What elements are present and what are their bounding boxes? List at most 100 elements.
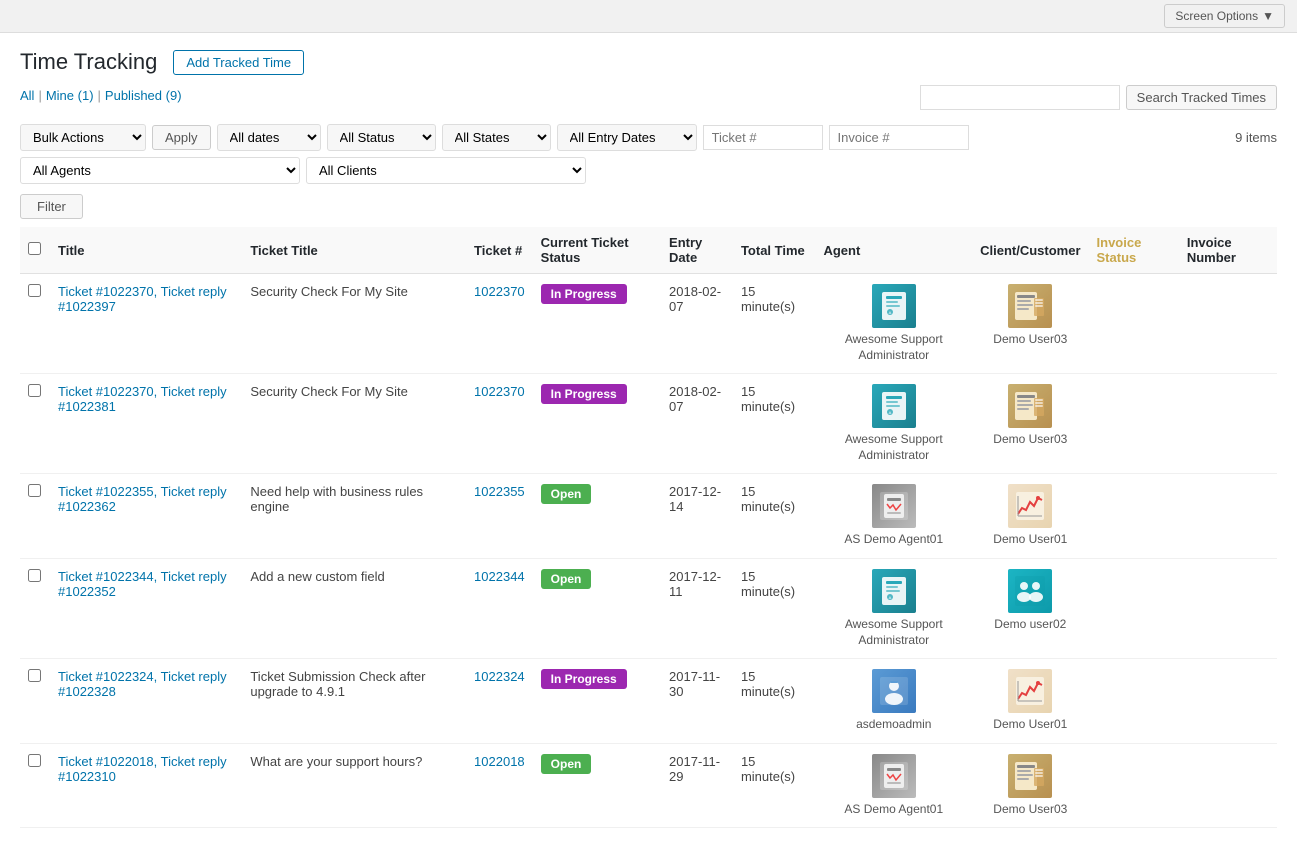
- search-input[interactable]: [920, 85, 1120, 110]
- bulk-actions-select[interactable]: Bulk Actions: [20, 124, 146, 151]
- row-total-time: 15 minute(s): [733, 558, 815, 658]
- col-invoice-number: Invoice Number: [1179, 227, 1277, 274]
- filter-all[interactable]: All: [20, 88, 34, 103]
- row-title: Ticket #1022018, Ticket reply #1022310: [50, 743, 242, 828]
- ticket-num-link[interactable]: 1022344: [474, 569, 525, 584]
- ticket-num-link[interactable]: 1022370: [474, 384, 525, 399]
- row-status: Open: [533, 743, 661, 828]
- row-select-checkbox[interactable]: [28, 384, 41, 397]
- row-select-checkbox[interactable]: [28, 669, 41, 682]
- row-select-checkbox[interactable]: [28, 569, 41, 582]
- row-total-time: 15 minute(s): [733, 474, 815, 559]
- apply-button[interactable]: Apply: [152, 125, 211, 150]
- row-title: Ticket #1022370, Ticket reply #1022381: [50, 374, 242, 474]
- row-select-checkbox[interactable]: [28, 284, 41, 297]
- row-select-checkbox[interactable]: [28, 484, 41, 497]
- row-ticket-num: 1022370: [466, 374, 533, 474]
- row-invoice-number: [1179, 474, 1277, 559]
- agent-name: Awesome Support Administrator: [823, 617, 964, 648]
- row-ticket-title: Security Check For My Site: [242, 374, 466, 474]
- row-agent: asdemoadmin: [815, 659, 972, 744]
- col-status: Current Ticket Status: [533, 227, 661, 274]
- row-total-time: 15 minute(s): [733, 743, 815, 828]
- title-link[interactable]: Ticket #1022355, Ticket reply #1022362: [58, 484, 227, 514]
- row-invoice-status: [1089, 743, 1179, 828]
- row-select-checkbox[interactable]: [28, 754, 41, 767]
- select-all-checkbox[interactable]: [28, 242, 41, 255]
- states-select[interactable]: All States: [442, 124, 551, 151]
- items-count: 9 items: [1235, 130, 1277, 145]
- filter-button[interactable]: Filter: [20, 194, 83, 219]
- chevron-down-icon: ▼: [1262, 9, 1274, 23]
- status-badge: Open: [541, 569, 592, 589]
- toolbar-row2: All Agents All Clients: [20, 157, 1277, 184]
- filter-published[interactable]: Published (9): [105, 88, 182, 103]
- row-ticket-num: 1022344: [466, 558, 533, 658]
- row-checkbox: [20, 274, 50, 374]
- row-status: In Progress: [533, 374, 661, 474]
- row-client: Demo User01: [972, 474, 1088, 559]
- dates-select[interactable]: All dates: [217, 124, 321, 151]
- row-invoice-number: [1179, 274, 1277, 374]
- clients-select[interactable]: All Clients: [306, 157, 586, 184]
- title-link[interactable]: Ticket #1022324, Ticket reply #1022328: [58, 669, 227, 699]
- ticket-num-link[interactable]: 1022370: [474, 284, 525, 299]
- agent-name: AS Demo Agent01: [823, 532, 964, 548]
- row-agent: A Awesome Support Administrator: [815, 374, 972, 474]
- agent-name: AS Demo Agent01: [823, 802, 964, 818]
- status-badge: In Progress: [541, 284, 627, 304]
- add-tracked-time-button[interactable]: Add Tracked Time: [173, 50, 304, 75]
- title-link[interactable]: Ticket #1022018, Ticket reply #1022310: [58, 754, 227, 784]
- screen-options-button[interactable]: Screen Options ▼: [1164, 4, 1285, 28]
- row-invoice-status: [1089, 659, 1179, 744]
- row-title: Ticket #1022324, Ticket reply #1022328: [50, 659, 242, 744]
- svg-text:A: A: [888, 410, 891, 415]
- client-name: Demo User01: [980, 532, 1080, 548]
- table-row: Ticket #1022344, Ticket reply #1022352 A…: [20, 558, 1277, 658]
- row-ticket-num: 1022370: [466, 274, 533, 374]
- row-invoice-number: [1179, 743, 1277, 828]
- row-client: Demo User03: [972, 274, 1088, 374]
- col-total-time: Total Time: [733, 227, 815, 274]
- row-title: Ticket #1022355, Ticket reply #1022362: [50, 474, 242, 559]
- row-invoice-number: [1179, 659, 1277, 744]
- header-checkbox: [20, 227, 50, 274]
- col-agent: Agent: [815, 227, 972, 274]
- row-total-time: 15 minute(s): [733, 374, 815, 474]
- ticket-num-link[interactable]: 1022355: [474, 484, 525, 499]
- title-link[interactable]: Ticket #1022370, Ticket reply #1022381: [58, 384, 227, 414]
- col-entry-date: Entry Date: [661, 227, 733, 274]
- row-checkbox: [20, 659, 50, 744]
- row-entry-date: 2018-02-07: [661, 274, 733, 374]
- ticket-num-link[interactable]: 1022324: [474, 669, 525, 684]
- row-title: Ticket #1022344, Ticket reply #1022352: [50, 558, 242, 658]
- svg-text:A: A: [888, 595, 891, 600]
- status-select[interactable]: All Status: [327, 124, 436, 151]
- row-checkbox: [20, 558, 50, 658]
- title-link[interactable]: Ticket #1022370, Ticket reply #1022397: [58, 284, 227, 314]
- row-invoice-number: [1179, 558, 1277, 658]
- row-agent: AS Demo Agent01: [815, 474, 972, 559]
- filter-mine[interactable]: Mine (1): [46, 88, 94, 103]
- top-bar: Screen Options ▼: [0, 0, 1297, 33]
- agent-name: asdemoadmin: [823, 717, 964, 733]
- client-name: Demo User03: [980, 432, 1080, 448]
- title-link[interactable]: Ticket #1022344, Ticket reply #1022352: [58, 569, 227, 599]
- entry-dates-select[interactable]: All Entry Dates: [557, 124, 697, 151]
- ticket-input[interactable]: [703, 125, 823, 150]
- row-client: Demo User03: [972, 743, 1088, 828]
- page-title: Time Tracking: [20, 49, 157, 75]
- invoice-input[interactable]: [829, 125, 969, 150]
- agents-select[interactable]: All Agents: [20, 157, 300, 184]
- col-invoice-status: Invoice Status: [1089, 227, 1179, 274]
- row-ticket-title: Need help with business rules engine: [242, 474, 466, 559]
- client-name: Demo User03: [980, 802, 1080, 818]
- toolbar-row1: Bulk Actions Apply All dates All Status …: [20, 124, 1277, 151]
- ticket-num-link[interactable]: 1022018: [474, 754, 525, 769]
- col-title: Title: [50, 227, 242, 274]
- agent-name: Awesome Support Administrator: [823, 432, 964, 463]
- row-entry-date: 2017-12-14: [661, 474, 733, 559]
- table-header: Title Ticket Title Ticket # Current Tick…: [20, 227, 1277, 274]
- search-tracked-times-button[interactable]: Search Tracked Times: [1126, 85, 1277, 110]
- row-status: In Progress: [533, 274, 661, 374]
